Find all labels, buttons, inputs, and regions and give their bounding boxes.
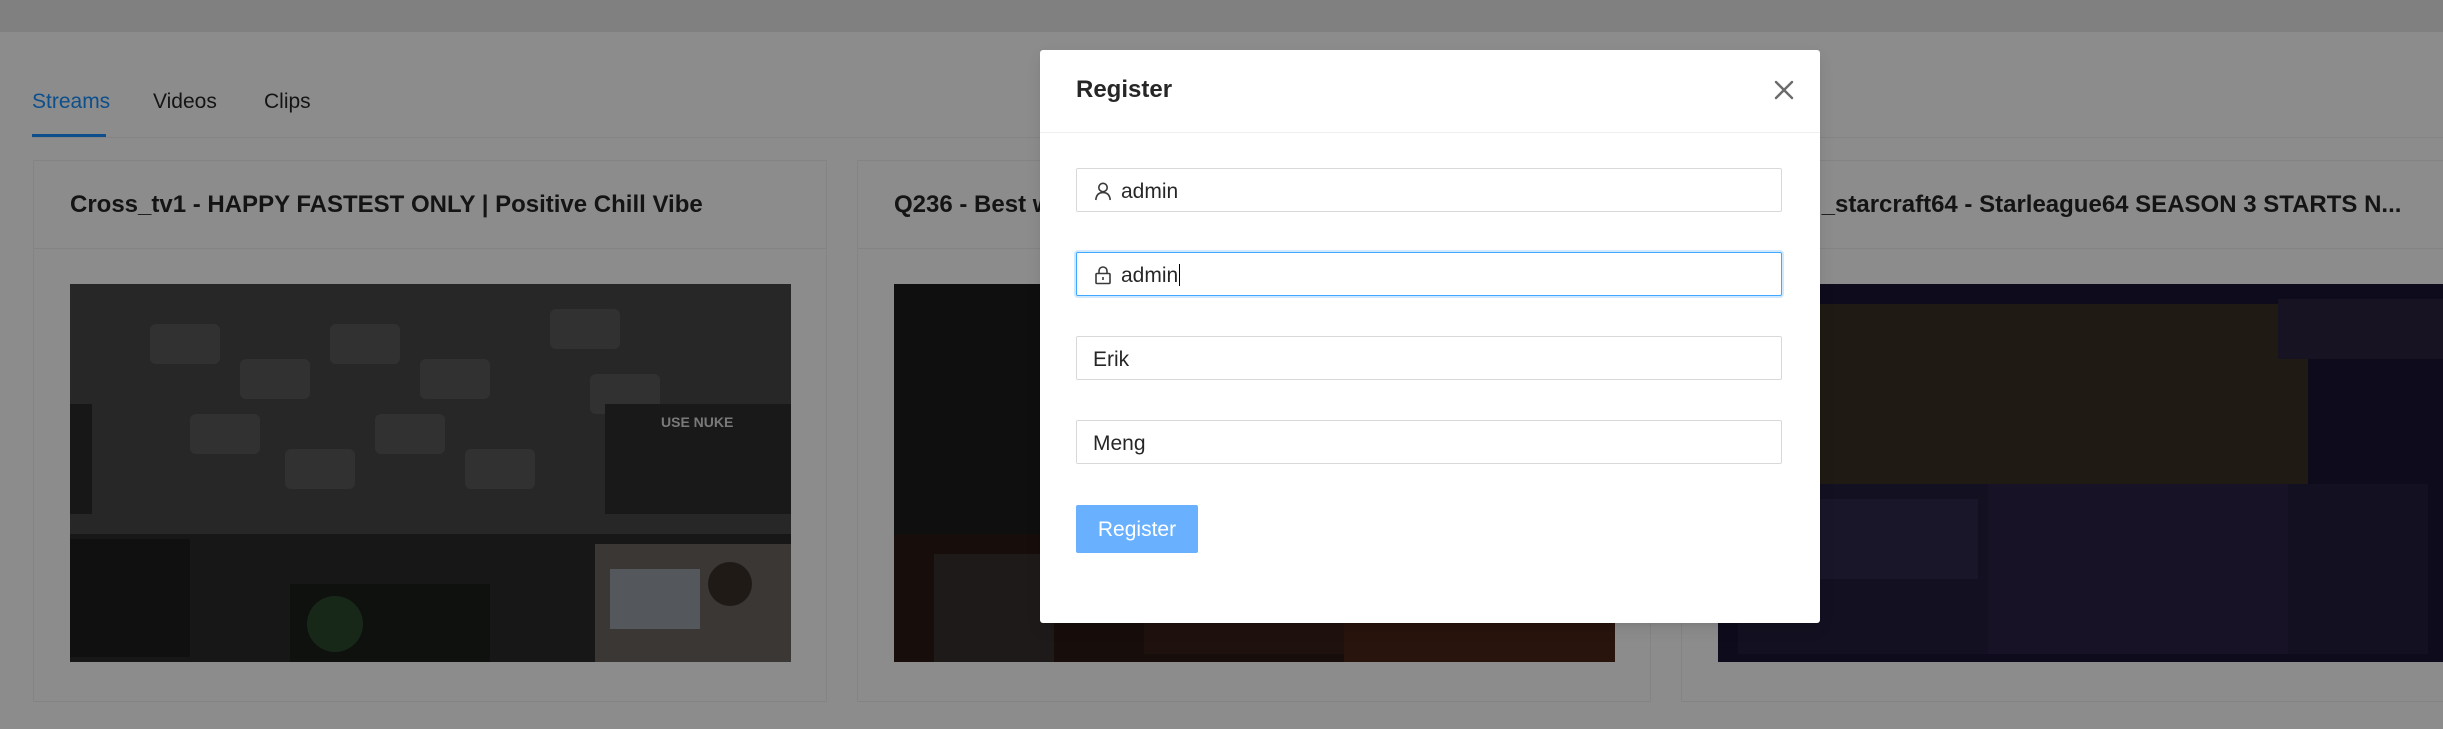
last-name-value: Meng (1093, 432, 1146, 455)
last-name-field[interactable]: Meng (1076, 420, 1782, 464)
modal-header: Register (1040, 50, 1820, 133)
password-field[interactable]: admin (1076, 252, 1782, 296)
register-button[interactable]: Register (1076, 505, 1198, 553)
username-value: admin (1121, 180, 1179, 203)
user-icon (1093, 181, 1113, 201)
modal-title: Register (1076, 76, 1173, 103)
lock-icon (1093, 265, 1113, 285)
password-value: admin (1121, 264, 1181, 288)
first-name-field[interactable]: Erik (1076, 336, 1782, 380)
password-text: admin (1121, 264, 1179, 287)
close-icon[interactable] (1766, 72, 1802, 108)
register-button-label: Register (1097, 518, 1177, 541)
username-field[interactable]: admin (1076, 168, 1782, 212)
text-caret (1179, 264, 1181, 286)
register-modal: Register admin admin Erik Meng Register (1040, 50, 1820, 623)
first-name-value: Erik (1093, 348, 1130, 371)
